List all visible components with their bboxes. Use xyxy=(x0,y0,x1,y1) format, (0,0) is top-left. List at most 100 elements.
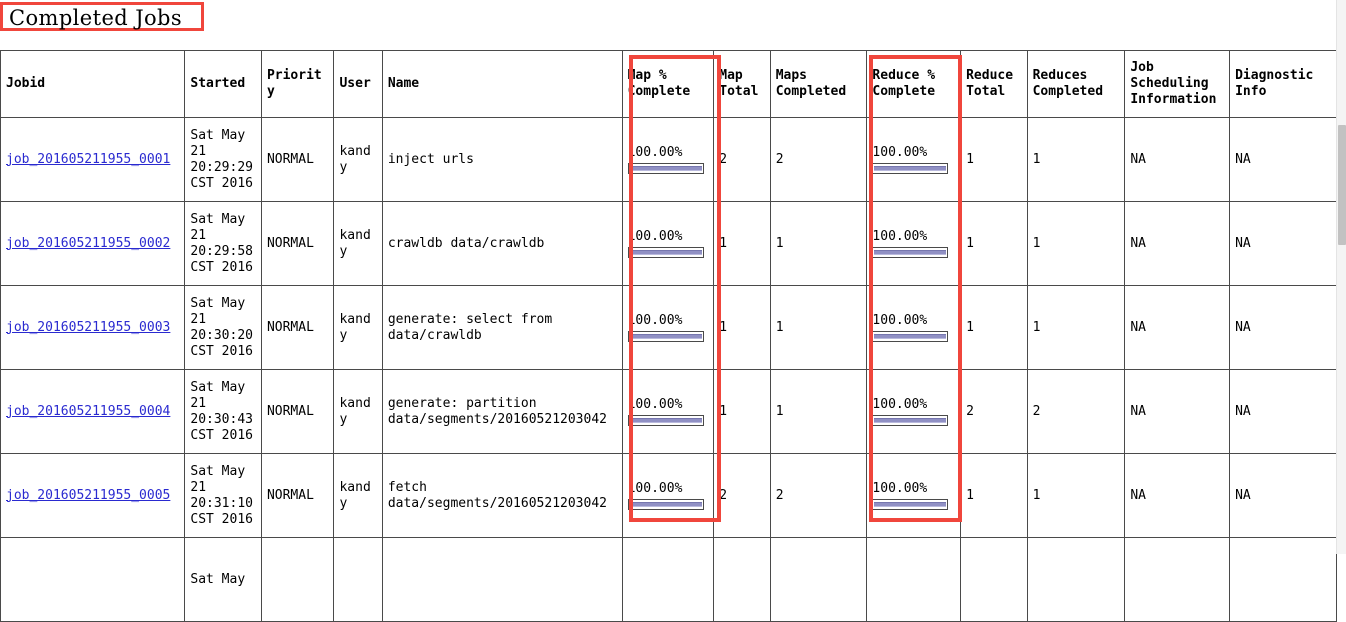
cell-maps-completed: 1 xyxy=(769,369,868,454)
percent-label: 100.00% xyxy=(872,229,928,244)
progress-bar-fill xyxy=(874,502,947,507)
cell-started: Sat May 21 20:30:43 CST 2016 xyxy=(184,369,262,454)
header-line-3: Information xyxy=(1130,92,1217,107)
cell-started: Sat May 21 20:30:20 CST 2016 xyxy=(184,285,262,370)
cell-maps-completed: 2 xyxy=(769,117,868,202)
cell-diagnostic-info: NA xyxy=(1229,369,1337,454)
column-header-maps-completed[interactable]: Maps Completed xyxy=(769,50,868,118)
job-detail-link[interactable]: job_201605211955_0005 xyxy=(6,488,170,503)
cell-name: crawldb data/crawldb xyxy=(381,201,623,286)
cell-map-total: 2 xyxy=(713,453,771,538)
percent-label: 100.00% xyxy=(872,397,928,412)
header-line-1: Reduces xyxy=(1032,68,1088,83)
column-header-name[interactable]: Name xyxy=(381,50,623,118)
percent-label: 100.00% xyxy=(627,481,683,496)
scrollbar-thumb[interactable] xyxy=(1338,125,1346,245)
job-detail-link[interactable]: job_201605211955_0002 xyxy=(6,236,170,251)
cell-map-total: 1 xyxy=(713,285,771,370)
cell-job-scheduling-information: NA xyxy=(1124,117,1231,202)
cell-job-scheduling-information: NA xyxy=(1124,201,1231,286)
cell-started: Sat May xyxy=(184,537,262,622)
cell-name: generate: select from data/crawldb xyxy=(381,285,623,370)
column-header-jobid[interactable]: Jobid xyxy=(0,50,186,118)
cell-reduce-percent-complete xyxy=(866,537,962,622)
vertical-scrollbar[interactable] xyxy=(1336,0,1346,554)
progress-bar xyxy=(627,415,704,426)
table-header-row: Jobid Started Priority User Name Map % C… xyxy=(0,50,1337,118)
cell-map-total: 1 xyxy=(713,201,771,286)
cell-priority: NORMAL xyxy=(260,369,335,454)
progress-bar xyxy=(627,499,704,510)
header-line-1: Reduce xyxy=(966,68,1014,83)
cell-reduce-percent-complete: 100.00% xyxy=(866,453,962,538)
table-row: job_201605211955_0005 Sat May 21 20:31:10… xyxy=(0,453,1337,538)
table-row: Sat May xyxy=(0,537,1337,622)
progress-bar xyxy=(872,247,949,258)
progress-bar xyxy=(627,331,704,342)
cell-priority: NORMAL xyxy=(260,453,335,538)
cell-reduce-total: 1 xyxy=(960,201,1028,286)
cell-user: kandy xyxy=(333,285,383,370)
header-line-2: Info xyxy=(1235,84,1267,99)
cell-jobid: job_201605211955_0003 xyxy=(0,285,186,370)
table-row: job_201605211955_0002 Sat May 21 20:29:58… xyxy=(0,201,1337,286)
progress-bar xyxy=(627,163,704,174)
column-header-reduce-total[interactable]: Reduce Total xyxy=(960,50,1028,118)
column-header-user[interactable]: User xyxy=(333,50,383,118)
cell-priority: NORMAL xyxy=(260,117,335,202)
progress-bar xyxy=(627,247,704,258)
header-line-1: Map xyxy=(719,68,743,83)
cell-job-scheduling-information: NA xyxy=(1124,369,1231,454)
column-header-priority[interactable]: Priority xyxy=(260,50,335,118)
header-line-1: Map % xyxy=(627,68,667,83)
cell-maps-completed: 1 xyxy=(769,201,868,286)
job-detail-link[interactable]: job_201605211955_0001 xyxy=(6,152,170,167)
header-line-1: Job xyxy=(1130,60,1154,75)
progress-bar-fill xyxy=(629,166,702,171)
cell-map-percent-complete: 100.00% xyxy=(621,369,715,454)
header-line-2: Scheduling xyxy=(1130,76,1209,91)
progress-bar xyxy=(872,499,949,510)
progress-bar-fill xyxy=(629,502,702,507)
cell-priority xyxy=(260,537,335,622)
cell-user: kandy xyxy=(333,201,383,286)
percent-label: 100.00% xyxy=(872,145,928,160)
header-line-2: Completed xyxy=(1032,84,1104,99)
cell-jobid: job_201605211955_0004 xyxy=(0,369,186,454)
cell-name: inject urls xyxy=(381,117,623,202)
cell-reduces-completed: 1 xyxy=(1026,117,1126,202)
cell-name: fetch data/segments/20160521203042 xyxy=(381,453,623,538)
progress-bar-fill xyxy=(629,250,702,255)
progress-bar-fill xyxy=(874,334,947,339)
column-header-diagnostic-info[interactable]: Diagnostic Info xyxy=(1229,50,1337,118)
cell-jobid: job_201605211955_0005 xyxy=(0,453,186,538)
cell-map-percent-complete xyxy=(621,537,715,622)
cell-reduce-percent-complete: 100.00% xyxy=(866,285,962,370)
cell-jobid: job_201605211955_0001 xyxy=(0,117,186,202)
cell-reduce-percent-complete: 100.00% xyxy=(866,201,962,286)
column-header-started[interactable]: Started xyxy=(184,50,262,118)
cell-map-total: 1 xyxy=(713,369,771,454)
cell-diagnostic-info: NA xyxy=(1229,201,1337,286)
job-detail-link[interactable]: job_201605211955_0003 xyxy=(6,320,170,335)
job-detail-link[interactable]: job_201605211955_0004 xyxy=(6,404,170,419)
cell-map-percent-complete: 100.00% xyxy=(621,117,715,202)
column-header-reduce-percent-complete[interactable]: Reduce % Complete xyxy=(866,50,962,118)
cell-reduce-total: 1 xyxy=(960,285,1028,370)
column-header-reduces-completed[interactable]: Reduces Completed xyxy=(1026,50,1126,118)
cell-reduces-completed: 2 xyxy=(1026,369,1126,454)
cell-map-total: 2 xyxy=(713,117,771,202)
cell-map-percent-complete: 100.00% xyxy=(621,201,715,286)
cell-diagnostic-info: NA xyxy=(1229,117,1337,202)
cell-maps-completed xyxy=(769,537,868,622)
column-header-job-scheduling-information[interactable]: Job Scheduling Information xyxy=(1124,50,1231,118)
column-header-map-total[interactable]: Map Total xyxy=(713,50,771,118)
column-header-map-percent-complete[interactable]: Map % Complete xyxy=(621,50,715,118)
cell-reduce-total: 1 xyxy=(960,117,1028,202)
cell-diagnostic-info xyxy=(1229,537,1337,622)
header-line-1: Reduce % xyxy=(872,68,936,83)
progress-bar xyxy=(872,331,949,342)
table-row: job_201605211955_0001 Sat May 21 20:29:29… xyxy=(0,117,1337,202)
cell-user: kandy xyxy=(333,453,383,538)
page-title-annotation-box: Completed Jobs xyxy=(0,2,204,31)
